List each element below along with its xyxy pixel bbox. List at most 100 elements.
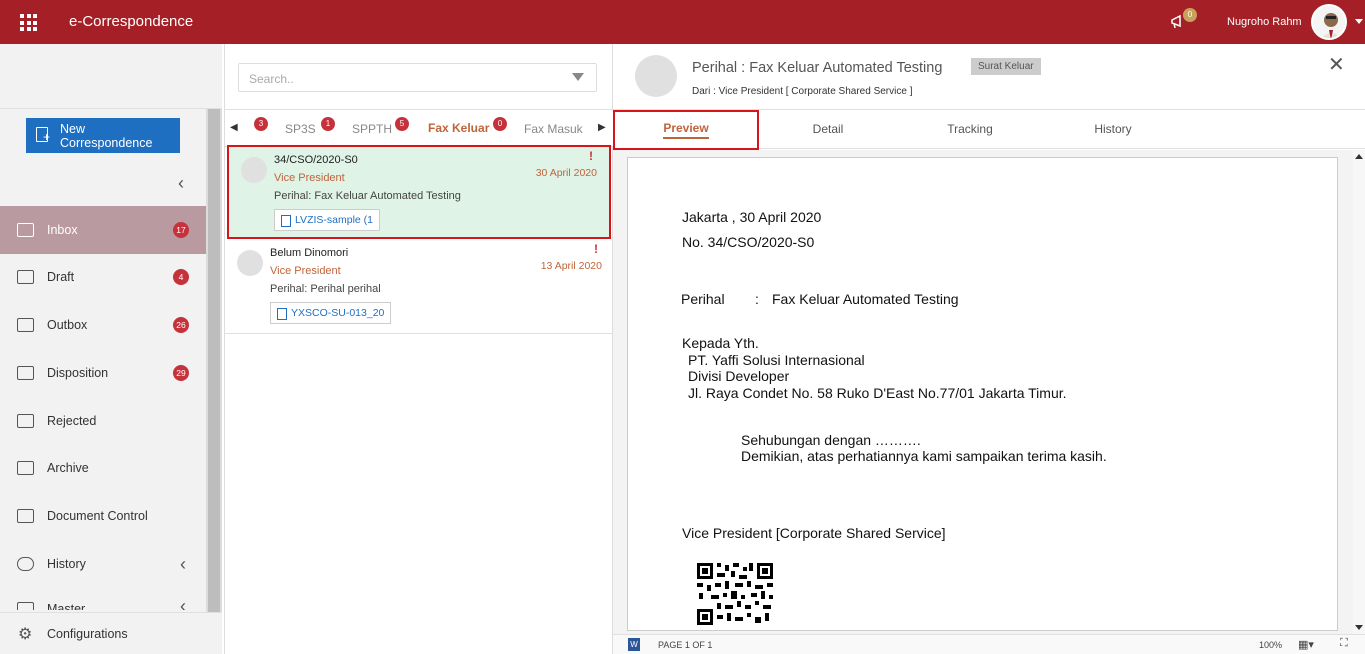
view-mode-icon[interactable]: ▦▾	[1298, 638, 1314, 651]
sidebar-scrollbar[interactable]	[206, 109, 222, 654]
sidebar-scrollbar-thumb[interactable]	[208, 109, 220, 614]
search-placeholder: Search..	[249, 72, 294, 86]
doc-address-line: Divisi Developer	[688, 368, 790, 384]
user-name[interactable]: Nugroho Rahm	[1227, 16, 1302, 28]
doc-signatory: Vice President [Corporate Shared Service…	[682, 525, 946, 541]
category-tabs: ◀ 3 SP3S 1 SPPTH 5 Fax Keluar 0 Fax Masu…	[225, 109, 614, 148]
doc-number: No. 34/CSO/2020-S0	[682, 234, 815, 250]
letter-sender: Vice President	[270, 265, 341, 277]
letter-number: 34/CSO/2020-S0	[274, 154, 358, 166]
disposition-count-badge: 29	[173, 365, 189, 381]
sidebar-item-configurations[interactable]: ⚙ Configurations	[0, 612, 222, 654]
viewer-scrollbar[interactable]	[1353, 150, 1365, 634]
rejected-icon	[17, 414, 34, 428]
tab-count-badge: 0	[493, 117, 507, 131]
tab-fax-masuk[interactable]: 0 Fax Masuk	[493, 110, 583, 148]
priority-flag-icon: !	[594, 242, 598, 256]
tab-fax-keluar[interactable]: 5 Fax Keluar	[395, 110, 499, 148]
search-input[interactable]: Search..	[238, 63, 597, 92]
draft-icon	[17, 270, 34, 284]
app-grid-icon[interactable]	[20, 14, 37, 31]
sidebar-item-label: History	[47, 557, 86, 571]
close-icon[interactable]: ✕	[1328, 52, 1345, 77]
page-indicator: PAGE 1 OF 1	[658, 640, 713, 650]
doc-perihal-value: Fax Keluar Automated Testing	[772, 291, 959, 307]
doc-address-line: PT. Yaffi Solusi Internasional	[688, 352, 865, 368]
history-expand-chevron-icon[interactable]: ‹	[180, 554, 186, 575]
sidebar-item-disposition[interactable]: Disposition 29	[0, 349, 206, 397]
document-viewer[interactable]: Jakarta , 30 April 2020 No. 34/CSO/2020-…	[613, 150, 1365, 634]
fullscreen-icon[interactable]: ⛶	[1340, 637, 1348, 650]
zoom-level[interactable]: 100%	[1259, 640, 1282, 650]
sidebar: New Correspondence ‹ Inbox 17 Draft 4 Ou…	[0, 44, 222, 654]
draft-count-badge: 4	[173, 269, 189, 285]
scroll-down-icon[interactable]	[1355, 625, 1363, 630]
sidebar-item-label: Archive	[47, 461, 89, 475]
user-menu-caret-icon[interactable]	[1355, 19, 1363, 24]
sidebar-item-draft[interactable]: Draft 4	[0, 253, 206, 301]
configurations-label: Configurations	[47, 626, 128, 641]
attachment-chip[interactable]: LVZIS-sample (1	[274, 209, 380, 231]
detail-title: Perihal : Fax Keluar Automated Testing	[692, 60, 943, 76]
doc-perihal-separator: :	[755, 291, 759, 307]
archive-icon	[17, 461, 34, 475]
sidebar-item-label: Draft	[47, 270, 75, 284]
history-icon	[17, 557, 34, 571]
sidebar-item-archive[interactable]: Archive	[0, 444, 206, 492]
outbox-count-badge: 26	[173, 317, 189, 333]
tab-sppth[interactable]: 1 SPPTH	[321, 110, 393, 148]
user-avatar[interactable]	[1311, 4, 1347, 40]
tab-tracking[interactable]: Tracking	[926, 110, 1014, 148]
sidebar-item-rejected[interactable]: Rejected	[0, 397, 206, 445]
letter-subject: Perihal: Fax Keluar Automated Testing	[274, 190, 461, 202]
inbox-icon	[17, 223, 34, 237]
scroll-up-icon[interactable]	[1355, 154, 1363, 159]
sidebar-header	[0, 44, 222, 109]
doc-place-date: Jakarta , 30 April 2020	[682, 209, 822, 225]
new-document-icon	[36, 127, 50, 143]
master-expand-chevron-icon[interactable]: ‹	[180, 596, 186, 610]
letter-date: 30 April 2020	[535, 167, 597, 179]
detail-pane: Perihal : Fax Keluar Automated Testing S…	[613, 44, 1365, 654]
sidebar-item-label: Document Control	[47, 509, 148, 523]
tab-preview[interactable]: Preview	[613, 110, 759, 150]
collapse-sidebar-chevron-icon[interactable]: ‹	[178, 174, 190, 192]
tab-detail[interactable]: Detail	[784, 110, 872, 148]
priority-flag-icon: !	[589, 149, 593, 163]
tab-count-badge: 3	[254, 117, 268, 131]
list-item[interactable]: 34/CSO/2020-S0 Vice President Perihal: F…	[227, 145, 611, 239]
tab-label: SPPTH	[352, 122, 393, 136]
new-correspondence-button[interactable]: New Correspondence	[26, 118, 180, 153]
filter-icon[interactable]	[572, 73, 584, 81]
new-correspondence-label: New Correspondence	[60, 121, 153, 150]
doc-body-line: Demikian, atas perhatiannya kami sampaik…	[741, 448, 1107, 464]
tab-label: Tracking	[947, 122, 993, 136]
sidebar-item-label: Master	[47, 602, 86, 610]
tabs-scroll-left-icon[interactable]: ◀	[230, 122, 238, 133]
doc-kepada: Kepada Yth.	[682, 335, 759, 351]
tab-sp3s[interactable]: 3 SP3S	[254, 110, 316, 148]
top-bar: e-Correspondence 0 Nugroho Rahm	[0, 0, 1365, 44]
sidebar-item-label: Inbox	[47, 223, 78, 237]
letter-date: 13 April 2020	[540, 260, 602, 272]
master-icon	[17, 602, 34, 610]
sidebar-item-label: Disposition	[47, 366, 109, 380]
tab-history[interactable]: History	[1069, 110, 1157, 148]
sidebar-item-outbox[interactable]: Outbox 26	[0, 301, 206, 349]
tabs-scroll-right-icon[interactable]: ▶	[598, 122, 606, 133]
viewer-status-bar: W PAGE 1 OF 1 100% ▦▾ ⛶	[613, 634, 1365, 654]
letter-type-badge: Surat Keluar	[971, 58, 1041, 75]
list-item[interactable]: Belum Dinomori Vice President Perihal: P…	[225, 240, 614, 334]
sidebar-item-inbox[interactable]: Inbox 17	[0, 206, 206, 254]
doc-address-line: Jl. Raya Condet No. 58 Ruko D'East No.77…	[688, 385, 1067, 401]
gear-icon: ⚙	[18, 625, 33, 643]
attachment-chip[interactable]: YXSCO-SU-013_20	[270, 302, 392, 324]
sidebar-item-history[interactable]: History ‹	[0, 540, 206, 588]
tab-label: Detail	[812, 122, 844, 136]
letter-subject: Perihal: Perihal perihal	[270, 283, 381, 295]
correspondence-list-pane: Search.. ◀ 3 SP3S 1 SPPTH 5 Fax Keluar 0…	[224, 44, 614, 654]
sidebar-item-document-control[interactable]: Document Control	[0, 492, 206, 540]
sidebar-item-master[interactable]: Master ‹	[0, 588, 206, 610]
sender-avatar	[237, 250, 263, 276]
document-control-icon	[17, 509, 34, 523]
